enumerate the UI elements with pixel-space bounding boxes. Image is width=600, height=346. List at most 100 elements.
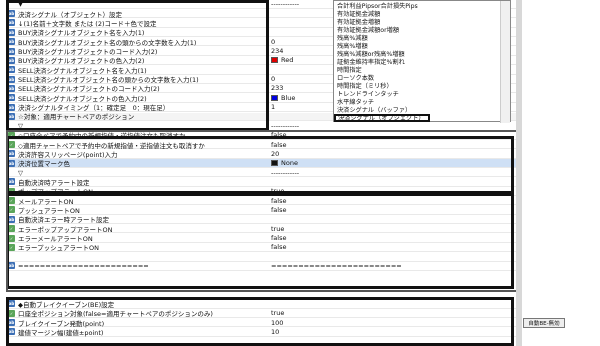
dropdown-scrollbar[interactable] [500,1,510,123]
property-row[interactable] [6,253,516,262]
property-value-text: 1 [271,103,276,112]
boolean-param-icon: ✓ [8,187,15,195]
property-row[interactable]: ✓ エラープッシュアラートON false [6,243,516,253]
property-value[interactable]: 100 [269,319,283,327]
boolean-param-icon: ✓ [8,131,15,139]
value-param-icon: ab [8,19,15,27]
value-param-icon: ab [8,178,15,186]
property-value-text: false [271,196,287,205]
property-name: エラープッシュアラートON [18,244,99,253]
property-row[interactable]: ab ======================== ==============… [6,262,516,271]
property-value-text: true [271,187,285,196]
value-param-icon: ab [8,94,15,102]
property-value[interactable]: false [269,206,286,214]
property-value-text: 0 [271,75,276,84]
boolean-param-icon: ✓ [8,225,15,233]
dropdown-option[interactable]: 決済シグナル（オブジェクト） [334,113,430,122]
value-param-icon: ab [8,300,15,308]
color-swatch [271,160,278,167]
group-toggle-icon[interactable] [8,1,15,8]
auto-be-disable-button[interactable]: 自動BE-無効 [523,318,565,328]
property-value[interactable]: true [269,225,284,233]
property-value-text: None [281,159,298,168]
property-value[interactable]: ------------ [269,0,299,8]
value-param-icon: ab [8,38,15,46]
property-value-text: 233 [271,84,284,93]
property-value[interactable]: false [269,243,286,251]
property-value-text: Blue [281,93,296,102]
property-value[interactable]: 0 [269,38,275,46]
value-param-icon: ab [8,28,15,36]
property-value[interactable]: 20 [269,150,279,158]
group-toggle-icon[interactable] [8,253,15,260]
group-toggle-icon[interactable] [8,122,15,129]
property-value[interactable]: ======================== [269,262,402,270]
color-swatch [271,57,278,64]
property-value[interactable]: true [269,309,284,317]
property-value[interactable]: None [269,159,298,167]
property-value-text: ------------ [271,0,300,9]
trigger-type-dropdown-list[interactable]: 合計利益Pipsor合計損失Pips 有効証拠金減額 有効証拠金増額 有効証拠金減額o… [333,0,511,123]
property-name: ▽ [18,168,23,177]
boolean-param-icon: ✓ [8,309,15,317]
property-value-text: 0 [271,37,276,46]
property-name: 建値マージン幅(建値±point) [18,328,104,337]
property-value[interactable]: false [269,141,286,149]
property-value[interactable]: 10 [269,328,279,336]
property-value[interactable]: ------------ [269,169,299,177]
property-value-text: true [271,309,285,318]
property-name: ☆対象：適用チャートペアのポジション [18,113,135,122]
property-value-text: false [271,131,287,140]
boolean-param-icon: ✓ [8,234,15,242]
boolean-param-icon: ✓ [8,206,15,214]
property-value-text: false [271,234,287,243]
boolean-param-icon: ✓ [8,141,15,149]
window-frame-edge [516,0,522,346]
property-value-text: ------------ [271,168,300,177]
value-param-icon: ab [8,47,15,55]
boolean-param-icon: ✓ [8,243,15,251]
property-value-text: 20 [271,149,280,158]
property-value-text: false [271,243,287,252]
value-param-icon: ab [8,84,15,92]
property-row[interactable]: ab 決済位置マーク色 None [6,159,516,168]
property-value[interactable]: true [269,187,284,195]
boolean-param-icon: ✓ [8,197,15,205]
property-value[interactable]: false [269,131,286,139]
value-param-icon: ab [8,103,15,111]
property-value[interactable]: 1 [269,103,275,111]
value-param-icon: ab [8,75,15,83]
property-value-text: 234 [271,47,284,56]
property-name: 決済位置マーク色 [18,160,70,169]
value-param-icon: ab [8,215,15,223]
property-value[interactable]: 234 [269,47,283,55]
value-param-icon: ab [8,56,15,64]
value-param-icon: ab [8,159,15,167]
property-value-text: 10 [271,327,280,336]
value-param-icon: ab [8,66,15,74]
property-value[interactable]: Red [269,56,293,64]
property-value-text: ------------ [271,121,300,130]
property-value[interactable]: ------------ [269,122,299,130]
property-value-text: false [271,205,287,214]
group-toggle-icon[interactable] [8,169,15,176]
value-param-icon: ab [8,328,15,336]
property-value-text: false [271,140,287,149]
property-name: ▼ [18,0,23,9]
property-value[interactable]: false [269,234,286,242]
property-value[interactable]: 233 [269,84,283,92]
value-param-icon: ab [8,262,15,270]
property-name: ======================== [18,261,149,270]
property-value-text: 100 [271,318,284,327]
property-value[interactable]: 0 [269,75,275,83]
property-row[interactable]: ab 建値マージン幅(建値±point) 10 [6,328,516,337]
property-value[interactable]: Blue [269,94,295,102]
property-value-text: Red [281,56,294,65]
color-swatch [271,94,278,101]
property-value-text: ======================== [271,261,402,270]
property-name: ▽ [18,121,23,130]
value-param-icon: ab [8,112,15,120]
property-value-text: true [271,224,285,233]
value-param-icon: ab [8,10,15,18]
property-value[interactable]: false [269,197,286,205]
